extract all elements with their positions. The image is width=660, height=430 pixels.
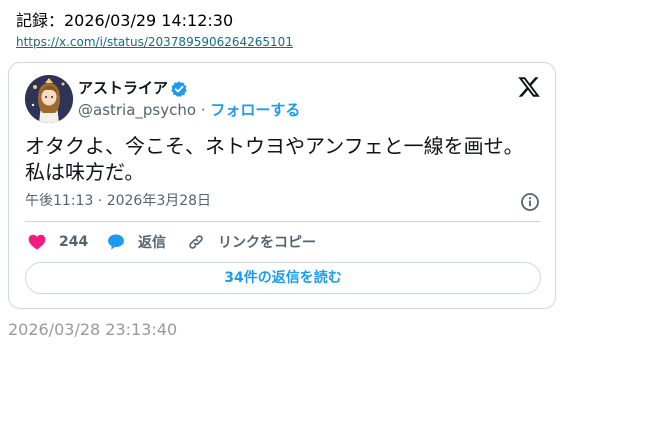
copy-link-button[interactable]: リンクをコピー — [186, 231, 316, 253]
link-icon — [186, 232, 206, 252]
speech-bubble-icon — [106, 232, 126, 252]
tweet-timestamp[interactable]: 午後11:13 · 2026年3月28日 — [25, 192, 211, 210]
author-name[interactable]: アストライア — [78, 79, 168, 97]
handle-separator: · — [200, 101, 206, 119]
reply-button[interactable]: 返信 — [106, 231, 166, 253]
divider — [25, 221, 541, 222]
embedded-tweet-card: アストライア @astria_psycho · フォローする オタクよ、今こそ、… — [8, 62, 556, 309]
like-button[interactable]: 244 — [27, 231, 88, 253]
x-logo-icon[interactable] — [517, 75, 541, 99]
tweet-text-line: オタクよ、今こそ、ネトウヨやアンフェと一線を画せ。 — [25, 134, 524, 158]
copy-link-label: リンクをコピー — [218, 235, 316, 251]
info-icon[interactable] — [520, 192, 540, 212]
author-handle[interactable]: @astria_psycho — [78, 101, 196, 119]
follow-button[interactable]: フォローする — [210, 101, 300, 119]
avatar[interactable] — [25, 75, 73, 123]
verified-badge-icon — [170, 80, 188, 98]
tweet-text: オタクよ、今こそ、ネトウヨやアンフェと一線を画せ。 私は味方だ。 — [25, 133, 545, 185]
saved-timestamp: 2026/03/28 23:13:40 — [8, 320, 178, 339]
reply-label: 返信 — [138, 235, 166, 251]
tweet-text-line: 私は味方だ。 — [25, 160, 145, 184]
read-replies-button[interactable]: 34件の返信を読む — [25, 262, 541, 294]
record-timestamp: 記録：2026/03/29 14:12:30 — [16, 11, 234, 30]
like-count: 244 — [59, 234, 89, 250]
heart-icon — [27, 232, 47, 252]
author-handle-line: @astria_psycho · フォローする — [78, 101, 300, 119]
record-url-link[interactable]: https://x.com/i/status/20378959062642651… — [16, 34, 293, 50]
